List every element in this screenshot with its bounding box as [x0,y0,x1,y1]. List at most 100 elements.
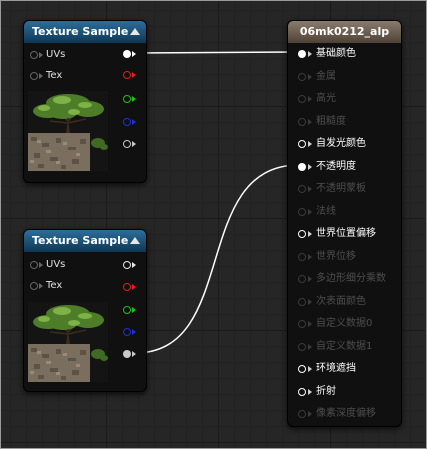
material-input-label: 不透明蒙板 [316,183,366,194]
input-pin-row-tex[interactable]: Tex [24,277,84,295]
material-input-row[interactable]: 自定义数据1 [288,336,401,358]
material-input-pin-icon[interactable] [298,230,306,238]
material-input-pin-icon[interactable] [298,387,306,396]
texture-preview-image [28,302,108,382]
input-label-tex: Tex [46,280,63,291]
output-pin-a-icon[interactable] [123,140,131,148]
node-title: Texture Sample [32,234,129,247]
material-input-label: 粗糙度 [316,115,346,127]
material-input-label: 自定义数据1 [316,340,373,352]
material-input-label: 次表面颜色 [316,295,366,307]
wire-rgb-to-base-color[interactable] [134,51,300,54]
material-input-pin-icon[interactable] [298,140,306,148]
input-pin-row-uvs[interactable]: UVs [24,46,84,64]
pin-arrow-icon [132,119,136,125]
material-input-label: 多边形细分乘数 [316,273,386,284]
material-input-pin-icon[interactable] [298,207,306,216]
material-input-row[interactable]: 自定义数据0 [288,313,401,335]
material-input-row[interactable]: 多边形细分乘数 [288,268,401,290]
pin-arrow-icon [308,141,312,147]
pin-arrow-icon [308,321,312,327]
node-header[interactable]: 06mk0212_alp [288,21,401,43]
pin-arrow-icon [308,366,312,372]
pin-arrow-icon [132,72,136,78]
output-pin-a-icon[interactable] [123,350,131,358]
texture-preview-image [28,91,108,171]
pin-arrow-icon [308,208,312,215]
material-input-label: 世界位置偏移 [316,228,376,239]
output-pin-g-icon[interactable] [123,306,131,314]
material-input-label: 自发光颜色 [316,138,366,149]
pin-arrow-icon [39,73,43,79]
material-input-pin-icon[interactable] [298,275,306,283]
material-input-pin-icon[interactable] [298,185,306,193]
material-input-label: 法线 [316,205,336,217]
material-input-row[interactable]: 高光 [288,88,401,110]
input-pin-row-uvs[interactable]: UVs [24,256,84,274]
material-input-pin-icon[interactable] [298,50,306,58]
pin-arrow-icon [132,51,136,57]
material-input-label: 自定义数据0 [316,318,373,329]
output-pin-rgb-icon[interactable] [123,50,131,58]
material-input-pin-icon[interactable] [298,252,306,261]
input-pin-icon[interactable] [30,261,38,269]
pin-arrow-icon [132,284,136,290]
material-input-pin-icon[interactable] [298,117,306,126]
material-input-row[interactable]: 环境遮挡 [288,358,401,380]
material-input-row[interactable]: 不透明蒙板 [288,178,401,200]
pin-arrow-icon [308,73,312,80]
output-pin-g-icon[interactable] [123,95,131,103]
material-input-row[interactable]: 世界位移 [288,246,401,268]
material-input-row[interactable]: 像素深度偏移 [288,403,401,425]
pin-arrow-icon [308,186,312,192]
material-input-pin-icon[interactable] [298,365,306,373]
output-pin-b-icon[interactable] [123,118,131,126]
pin-arrow-icon [132,351,136,357]
material-input-row[interactable]: 折射 [288,381,401,403]
collapse-arrow-icon[interactable] [130,237,140,244]
output-pin-r-icon[interactable] [123,283,131,291]
material-input-row[interactable]: 金属 [288,66,401,88]
pin-arrow-icon [39,262,43,268]
material-input-label: 像素深度偏移 [316,408,376,419]
tree-texture-icon [28,91,108,171]
node-header[interactable]: Texture Sample [24,21,146,43]
pin-arrow-icon [308,411,312,417]
material-input-row[interactable]: 次表面颜色 [288,291,401,313]
node-title: Texture Sample [32,25,129,38]
pin-arrow-icon [39,52,43,58]
material-input-pin-icon[interactable] [298,95,306,103]
material-input-pin-icon[interactable] [298,342,306,351]
input-pin-row-tex[interactable]: Tex [24,67,84,85]
material-result-node[interactable]: 06mk0212_alp 基础颜色 金属 高光粗糙度自发光颜色不透明度不透明蒙板法线… [287,20,402,427]
material-input-row[interactable]: 自发光颜色 [288,133,401,155]
material-input-row[interactable]: 基础颜色 [288,43,401,65]
material-input-pin-icon[interactable] [298,72,306,81]
wire-alpha-to-opacity[interactable] [134,164,300,354]
material-input-row[interactable]: 不透明度 [288,156,401,178]
texture-sample-node-2[interactable]: Texture Sample UVs Tex [23,229,147,392]
output-pin-r-icon[interactable] [123,71,131,79]
pin-arrow-icon [132,329,136,335]
material-input-label: 折射 [316,385,336,397]
node-header[interactable]: Texture Sample [24,230,146,252]
material-input-pin-icon[interactable] [298,320,306,328]
material-input-pin-icon[interactable] [298,162,306,171]
output-pin-rgb-icon[interactable] [123,261,131,269]
material-input-row[interactable]: 粗糙度 [288,111,401,133]
material-input-row[interactable]: 法线 [288,201,401,223]
pin-arrow-icon [132,262,136,268]
input-label-uvs: UVs [46,259,66,270]
input-pin-icon[interactable] [30,51,38,59]
output-pin-b-icon[interactable] [123,328,131,336]
material-input-pin-icon[interactable] [298,297,306,306]
texture-sample-node-1[interactable]: Texture Sample UVs Tex [23,20,147,183]
material-input-pin-icon[interactable] [298,410,306,418]
collapse-arrow-icon[interactable] [130,28,140,35]
input-pin-icon[interactable] [30,282,38,290]
pin-arrow-icon [308,163,312,170]
input-pin-icon[interactable] [30,72,38,80]
pin-arrow-icon [308,118,312,125]
pin-arrow-icon [39,283,43,289]
material-input-row[interactable]: 世界位置偏移 [288,223,401,245]
